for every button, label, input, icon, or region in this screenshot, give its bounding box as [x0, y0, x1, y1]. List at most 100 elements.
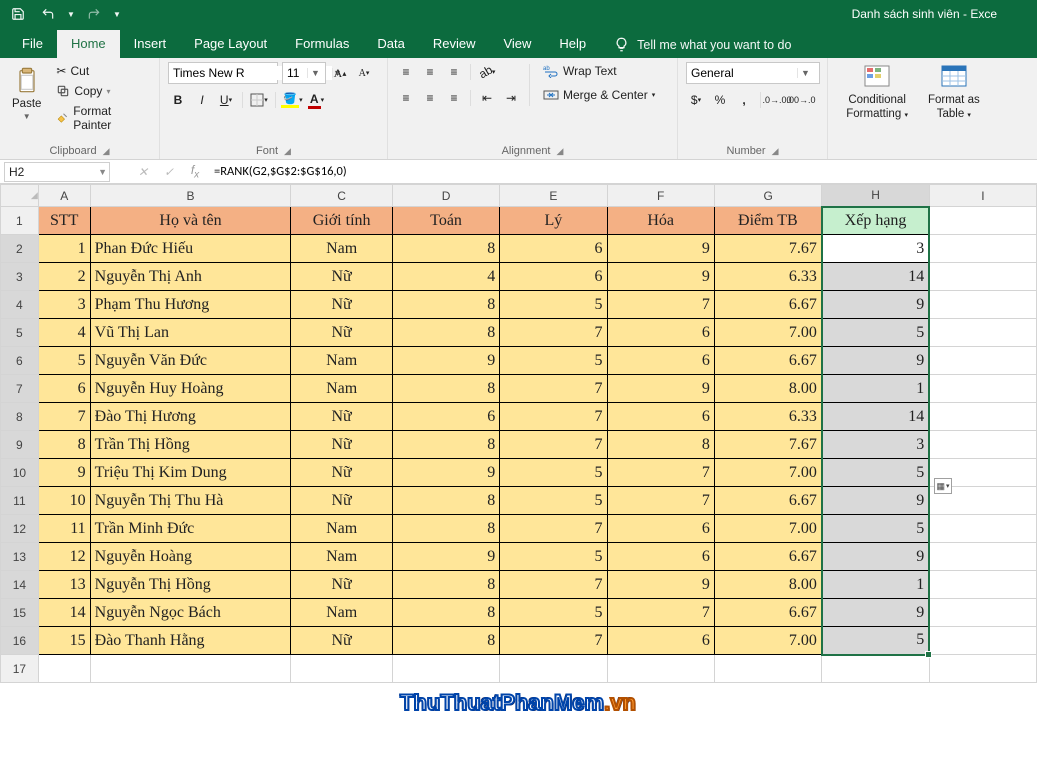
cell-A11[interactable]: 10	[38, 487, 90, 515]
cell-G5[interactable]: 7.00	[714, 319, 821, 347]
cell-D6[interactable]: 9	[392, 347, 499, 375]
row-header[interactable]: 10	[1, 459, 39, 487]
cell-D7[interactable]: 8	[392, 375, 499, 403]
col-F[interactable]: F	[607, 185, 714, 207]
cell-G7[interactable]: 8.00	[714, 375, 821, 403]
cell-F16[interactable]: 6	[607, 627, 714, 655]
cell-G3[interactable]: 6.33	[714, 263, 821, 291]
row-header[interactable]: 8	[1, 403, 39, 431]
copy-button[interactable]: Copy▾	[51, 82, 151, 100]
row-header[interactable]: 1	[1, 207, 39, 235]
tell-me[interactable]: Tell me what you want to do	[614, 37, 791, 58]
cell-H3[interactable]: 14	[822, 263, 929, 291]
worksheet-grid[interactable]: ◢ A B C D E F G H I 1STTHọ và tênGiới tí…	[0, 184, 1037, 683]
dialog-launcher-icon[interactable]: ◢	[557, 146, 564, 157]
cell-B7[interactable]: Nguyễn Huy Hoàng	[90, 375, 291, 403]
fill-color-button[interactable]: 🪣▾	[282, 90, 302, 110]
cell-D11[interactable]: 8	[392, 487, 499, 515]
paste-button[interactable]: Paste ▼	[8, 62, 45, 123]
row-header[interactable]: 9	[1, 431, 39, 459]
cell-D5[interactable]: 8	[392, 319, 499, 347]
cell-H17[interactable]	[822, 655, 929, 683]
cell-D14[interactable]: 8	[392, 571, 499, 599]
align-center-icon[interactable]: ≡	[420, 88, 440, 108]
cell-E3[interactable]: 6	[500, 263, 607, 291]
cell-H16[interactable]: 5	[822, 627, 929, 655]
conditional-formatting-button[interactable]: Conditional Formatting ▾	[842, 62, 912, 122]
row-header[interactable]: 16	[1, 627, 39, 655]
row-header[interactable]: 13	[1, 543, 39, 571]
cell-E13[interactable]: 5	[500, 543, 607, 571]
align-middle-icon[interactable]: ≡	[420, 62, 440, 82]
borders-button[interactable]: ▾	[249, 90, 269, 110]
cell-G17[interactable]	[714, 655, 821, 683]
cell-H9[interactable]: 3	[822, 431, 929, 459]
row-header[interactable]: 2	[1, 235, 39, 263]
italic-button[interactable]: I	[192, 90, 212, 110]
increase-font-icon[interactable]: A▴	[330, 63, 350, 83]
cell-E14[interactable]: 7	[500, 571, 607, 599]
cell-G13[interactable]: 6.67	[714, 543, 821, 571]
cell-D1[interactable]: Toán	[392, 207, 499, 235]
cell-B17[interactable]	[90, 655, 291, 683]
cell-C7[interactable]: Nam	[291, 375, 392, 403]
cell-A4[interactable]: 3	[38, 291, 90, 319]
cell-G1[interactable]: Điểm TB	[714, 207, 821, 235]
cell-F1[interactable]: Hóa	[607, 207, 714, 235]
cell-B13[interactable]: Nguyễn Hoàng	[90, 543, 291, 571]
font-size-input[interactable]	[283, 66, 307, 80]
cell-A9[interactable]: 8	[38, 431, 90, 459]
cut-button[interactable]: ✂Cut	[51, 62, 151, 80]
tab-formulas[interactable]: Formulas	[281, 30, 363, 58]
cell-A12[interactable]: 11	[38, 515, 90, 543]
cell-D15[interactable]: 8	[392, 599, 499, 627]
cell-E5[interactable]: 7	[500, 319, 607, 347]
cell-F4[interactable]: 7	[607, 291, 714, 319]
percent-format-button[interactable]: %	[710, 90, 730, 110]
cell-B9[interactable]: Trần Thị Hồng	[90, 431, 291, 459]
cell-H11[interactable]: 9	[822, 487, 929, 515]
cell-F13[interactable]: 6	[607, 543, 714, 571]
cell-E6[interactable]: 5	[500, 347, 607, 375]
cell-I4[interactable]	[929, 291, 1036, 319]
orientation-icon[interactable]: ab▾	[477, 62, 497, 82]
decrease-indent-icon[interactable]: ⇤	[477, 88, 497, 108]
font-name-combo[interactable]: ▼	[168, 62, 278, 84]
chevron-down-icon[interactable]: ▼	[98, 167, 107, 177]
row-header[interactable]: 11	[1, 487, 39, 515]
cell-C4[interactable]: Nữ	[291, 291, 392, 319]
tab-file[interactable]: File	[8, 30, 57, 58]
cell-I6[interactable]	[929, 347, 1036, 375]
cell-G9[interactable]: 7.67	[714, 431, 821, 459]
cell-B10[interactable]: Triệu Thị Kim Dung	[90, 459, 291, 487]
autofill-options-button[interactable]: ▦▾	[934, 478, 952, 494]
row-header[interactable]: 12	[1, 515, 39, 543]
cell-B16[interactable]: Đào Thanh Hằng	[90, 627, 291, 655]
cell-B8[interactable]: Đào Thị Hương	[90, 403, 291, 431]
cell-H14[interactable]: 1	[822, 571, 929, 599]
number-format-combo[interactable]: ▼	[686, 62, 820, 84]
cell-C12[interactable]: Nam	[291, 515, 392, 543]
cell-F2[interactable]: 9	[607, 235, 714, 263]
cell-A5[interactable]: 4	[38, 319, 90, 347]
cell-F9[interactable]: 8	[607, 431, 714, 459]
row-header[interactable]: 3	[1, 263, 39, 291]
cell-G11[interactable]: 6.67	[714, 487, 821, 515]
cell-H12[interactable]: 5	[822, 515, 929, 543]
col-B[interactable]: B	[90, 185, 291, 207]
cell-C11[interactable]: Nữ	[291, 487, 392, 515]
cell-B1[interactable]: Họ và tên	[90, 207, 291, 235]
cell-D8[interactable]: 6	[392, 403, 499, 431]
cell-A14[interactable]: 13	[38, 571, 90, 599]
cell-I13[interactable]	[929, 543, 1036, 571]
cell-B14[interactable]: Nguyễn Thị Hồng	[90, 571, 291, 599]
cell-F3[interactable]: 9	[607, 263, 714, 291]
accounting-format-button[interactable]: $▾	[686, 90, 706, 110]
tab-help[interactable]: Help	[545, 30, 600, 58]
cell-B2[interactable]: Phan Đức Hiếu	[90, 235, 291, 263]
cell-C8[interactable]: Nữ	[291, 403, 392, 431]
cell-B11[interactable]: Nguyễn Thị Thu Hà	[90, 487, 291, 515]
cell-C3[interactable]: Nữ	[291, 263, 392, 291]
font-color-button[interactable]: A▾	[306, 90, 326, 110]
cell-F11[interactable]: 7	[607, 487, 714, 515]
